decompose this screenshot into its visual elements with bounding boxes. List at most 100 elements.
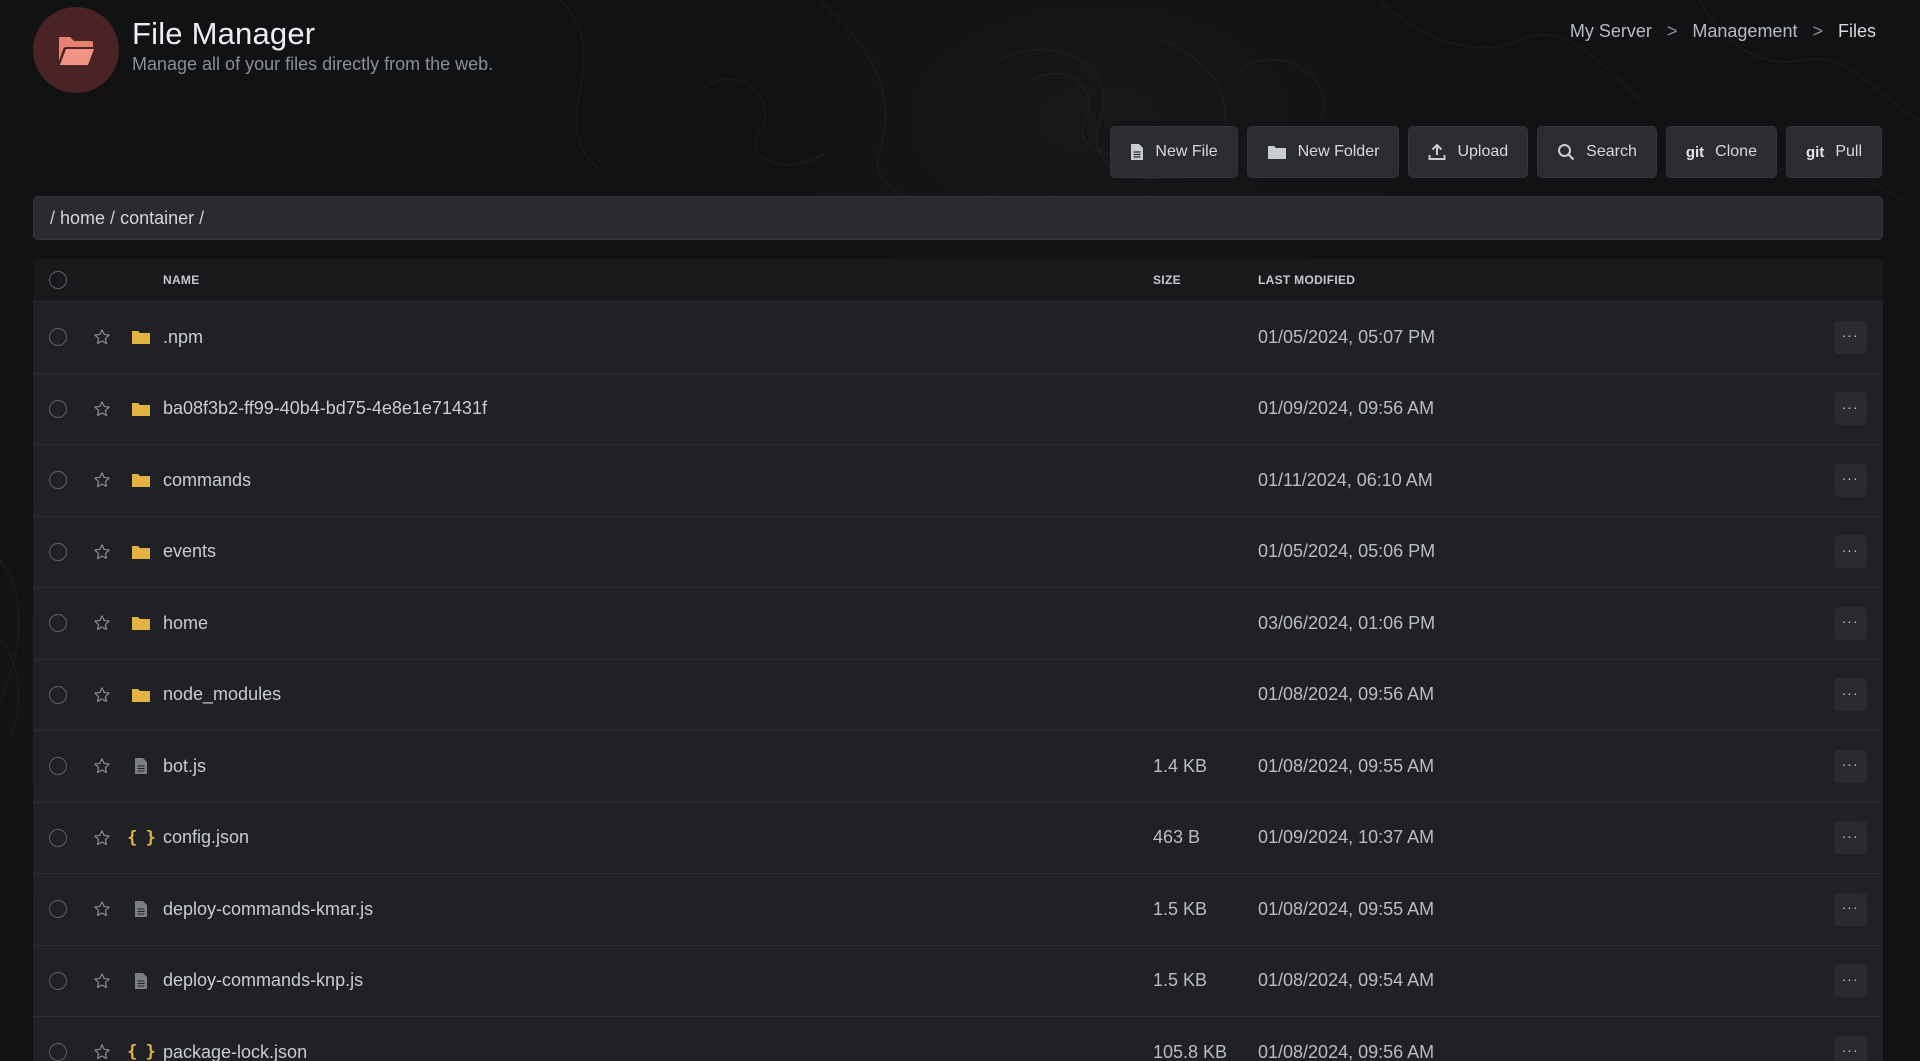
favorite-toggle[interactable] xyxy=(83,614,121,632)
file-modified: 01/11/2024, 06:10 AM xyxy=(1258,469,1433,490)
favorite-toggle[interactable] xyxy=(83,829,121,847)
path-bar: / home / container / xyxy=(33,196,1883,240)
select-all-checkbox[interactable] xyxy=(49,271,67,289)
row-menu-button[interactable]: ··· xyxy=(1833,535,1867,569)
file-icon xyxy=(1131,144,1144,160)
table-row[interactable]: bot.js 1.4 KB 01/08/2024, 09:55 AM ··· xyxy=(33,730,1883,802)
file-size: 1.5 KB xyxy=(1153,898,1208,919)
file-modified: 01/05/2024, 05:07 PM xyxy=(1258,326,1436,347)
row-menu-button[interactable]: ··· xyxy=(1833,749,1867,783)
row-menu-button[interactable]: ··· xyxy=(1833,392,1867,426)
search-icon xyxy=(1558,144,1575,161)
favorite-toggle[interactable] xyxy=(83,900,121,918)
row-checkbox[interactable] xyxy=(49,614,67,633)
row-checkbox[interactable] xyxy=(49,757,67,776)
clone-label: Clone xyxy=(1715,143,1757,160)
favorite-toggle[interactable] xyxy=(83,543,121,561)
row-checkbox[interactable] xyxy=(49,542,67,561)
table-row[interactable]: deploy-commands-knp.js 1.5 KB 01/08/2024, … xyxy=(33,944,1883,1016)
file-name[interactable]: package-lock.json xyxy=(161,1042,1153,1061)
row-checkbox[interactable] xyxy=(49,685,67,704)
row-menu-button[interactable]: ··· xyxy=(1833,463,1867,497)
table-row[interactable]: { } config.json 463 B 01/09/2024, 10:37 AM ·… xyxy=(33,801,1883,873)
file-name[interactable]: config.json xyxy=(161,827,1153,848)
file-name[interactable]: deploy-commands-kmar.js xyxy=(161,899,1153,920)
star-icon xyxy=(94,687,110,702)
folder-icon xyxy=(1267,146,1286,159)
upload-button[interactable]: Upload xyxy=(1408,126,1529,178)
row-menu-button[interactable]: ··· xyxy=(1833,1035,1867,1061)
row-checkbox[interactable] xyxy=(49,399,67,418)
new-file-button[interactable]: New File xyxy=(1110,126,1238,178)
column-name[interactable]: NAME xyxy=(161,273,1153,287)
file-size: 1.5 KB xyxy=(1153,970,1208,991)
star-icon xyxy=(94,758,110,774)
breadcrumb-my-server[interactable]: My Server xyxy=(1570,21,1652,42)
folder-icon xyxy=(132,402,150,416)
file-size: 105.8 KB xyxy=(1153,1041,1228,1061)
search-label: Search xyxy=(1586,143,1637,160)
favorite-toggle[interactable] xyxy=(83,471,121,489)
row-menu-button[interactable]: ··· xyxy=(1833,320,1867,354)
file-table: NAME SIZE LAST MODIFIED .npm 01/05/2024, … xyxy=(33,259,1883,1061)
table-row[interactable]: node_modules 01/08/2024, 09:56 AM ··· xyxy=(33,658,1883,730)
git-icon: git xyxy=(1685,143,1705,161)
favorite-toggle[interactable] xyxy=(83,757,121,775)
table-row[interactable]: deploy-commands-kmar.js 1.5 KB 01/08/2024,… xyxy=(33,873,1883,945)
row-menu-button[interactable]: ··· xyxy=(1833,606,1867,640)
file-name[interactable]: node_modules xyxy=(161,684,1153,705)
file-name[interactable]: deploy-commands-knp.js xyxy=(161,970,1153,991)
column-last-modified[interactable]: LAST MODIFIED xyxy=(1258,273,1817,287)
git-clone-button[interactable]: git Clone xyxy=(1665,126,1777,178)
file-modified: 01/05/2024, 05:06 PM xyxy=(1258,541,1436,562)
table-row[interactable]: ba08f3b2-ff99-40b4-bd75-4e8e1e71431f 01/0… xyxy=(33,372,1883,444)
row-checkbox[interactable] xyxy=(49,1043,67,1061)
table-row[interactable]: home 03/06/2024, 01:06 PM ··· xyxy=(33,587,1883,659)
json-file-icon: { } xyxy=(127,1042,156,1061)
table-row[interactable]: .npm 01/05/2024, 05:07 PM ··· xyxy=(33,301,1883,373)
page-title: File Manager xyxy=(132,15,316,51)
row-menu-button[interactable]: ··· xyxy=(1833,821,1867,855)
row-checkbox[interactable] xyxy=(49,828,67,847)
row-menu-button[interactable]: ··· xyxy=(1833,964,1867,998)
file-name[interactable]: commands xyxy=(161,470,1153,491)
row-menu-button[interactable]: ··· xyxy=(1833,892,1867,926)
path-segment-home[interactable]: home xyxy=(60,208,105,229)
file-name[interactable]: home xyxy=(161,613,1153,634)
folder-icon xyxy=(132,474,150,488)
file-name[interactable]: bot.js xyxy=(161,756,1153,777)
git-pull-button[interactable]: git Pull xyxy=(1785,126,1882,178)
breadcrumb-files: Files xyxy=(1837,21,1876,41)
file-name[interactable]: ba08f3b2-ff99-40b4-bd75-4e8e1e71431f xyxy=(161,398,1153,419)
file-icon xyxy=(135,901,147,918)
row-menu-button[interactable]: ··· xyxy=(1833,678,1867,712)
table-header: NAME SIZE LAST MODIFIED xyxy=(33,259,1883,301)
row-checkbox[interactable] xyxy=(49,971,67,990)
file-name[interactable]: events xyxy=(161,541,1153,562)
search-button[interactable]: Search xyxy=(1537,126,1657,178)
column-size[interactable]: SIZE xyxy=(1153,273,1258,287)
star-icon xyxy=(94,544,110,559)
star-icon xyxy=(94,901,110,917)
row-checkbox[interactable] xyxy=(49,328,67,347)
favorite-toggle[interactable] xyxy=(83,1043,121,1061)
path-segment-container[interactable]: container xyxy=(120,208,194,229)
new-file-label: New File xyxy=(1155,143,1218,160)
path-separator: / xyxy=(50,207,56,228)
favorite-toggle[interactable] xyxy=(83,972,121,990)
file-name[interactable]: .npm xyxy=(161,327,1153,348)
favorite-toggle[interactable] xyxy=(83,400,121,418)
favorite-toggle[interactable] xyxy=(83,686,121,704)
table-row[interactable]: { } package-lock.json 105.8 KB 01/08/2024, … xyxy=(33,1016,1883,1061)
table-row[interactable]: commands 01/11/2024, 06:10 AM ··· xyxy=(33,444,1883,516)
breadcrumb-management[interactable]: Management xyxy=(1692,21,1797,42)
table-row[interactable]: events 01/05/2024, 05:06 PM ··· xyxy=(33,515,1883,587)
row-checkbox[interactable] xyxy=(49,900,67,919)
row-checkbox[interactable] xyxy=(49,471,67,490)
file-modified: 01/09/2024, 09:56 AM xyxy=(1258,398,1435,419)
json-file-icon: { } xyxy=(127,827,156,848)
favorite-toggle[interactable] xyxy=(83,328,121,346)
file-modified: 01/08/2024, 09:56 AM xyxy=(1258,684,1435,705)
file-modified: 01/08/2024, 09:54 AM xyxy=(1258,970,1435,991)
new-folder-button[interactable]: New Folder xyxy=(1246,126,1400,178)
